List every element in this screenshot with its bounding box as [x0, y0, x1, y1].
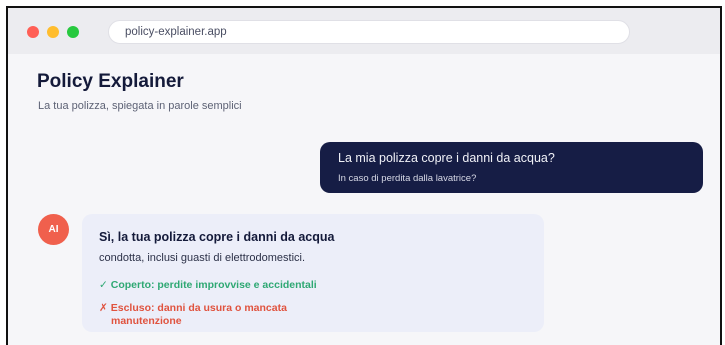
coverage-included-text: Coperto: perdite improvvise e accidental… — [110, 279, 317, 291]
coverage-included-item: ✓ Coperto: perdite improvvise e accident… — [99, 279, 544, 291]
page-subtitle: La tua polizza, spiegata in parole sempl… — [38, 100, 242, 112]
check-icon: ✓ — [99, 279, 108, 291]
page-title: Policy Explainer — [37, 71, 184, 92]
address-bar-url: policy-explainer.app — [125, 26, 227, 38]
close-window-button[interactable] — [27, 26, 39, 38]
ai-avatar: AI — [38, 214, 69, 245]
coverage-excluded-text: Escluso: danni da usura o mancata — [110, 302, 287, 314]
browser-toolbar: policy-explainer.app — [8, 8, 720, 54]
coverage-excluded-item: ✗ Escluso: danni da usura o mancata manu… — [99, 302, 544, 328]
ai-message-heading: Sì, la tua polizza copre i danni da acqu… — [99, 230, 335, 244]
ai-message-bubble: Sì, la tua polizza copre i danni da acqu… — [82, 214, 544, 332]
address-bar[interactable]: policy-explainer.app — [108, 20, 630, 44]
user-message-question: La mia polizza copre i danni da acqua? — [338, 151, 555, 165]
user-message-bubble: La mia polizza copre i danni da acqua? I… — [320, 142, 703, 193]
browser-window: policy-explainer.app Policy Explainer La… — [6, 6, 722, 345]
coverage-excluded-text-continued: manutenzione — [111, 315, 182, 327]
user-message-detail: In caso di perdita dalla lavatrice? — [338, 173, 477, 184]
minimize-window-button[interactable] — [47, 26, 59, 38]
ai-message-body: condotta, inclusi guasti di elettrodomes… — [99, 252, 306, 264]
cross-icon: ✗ — [99, 302, 108, 314]
maximize-window-button[interactable] — [67, 26, 79, 38]
